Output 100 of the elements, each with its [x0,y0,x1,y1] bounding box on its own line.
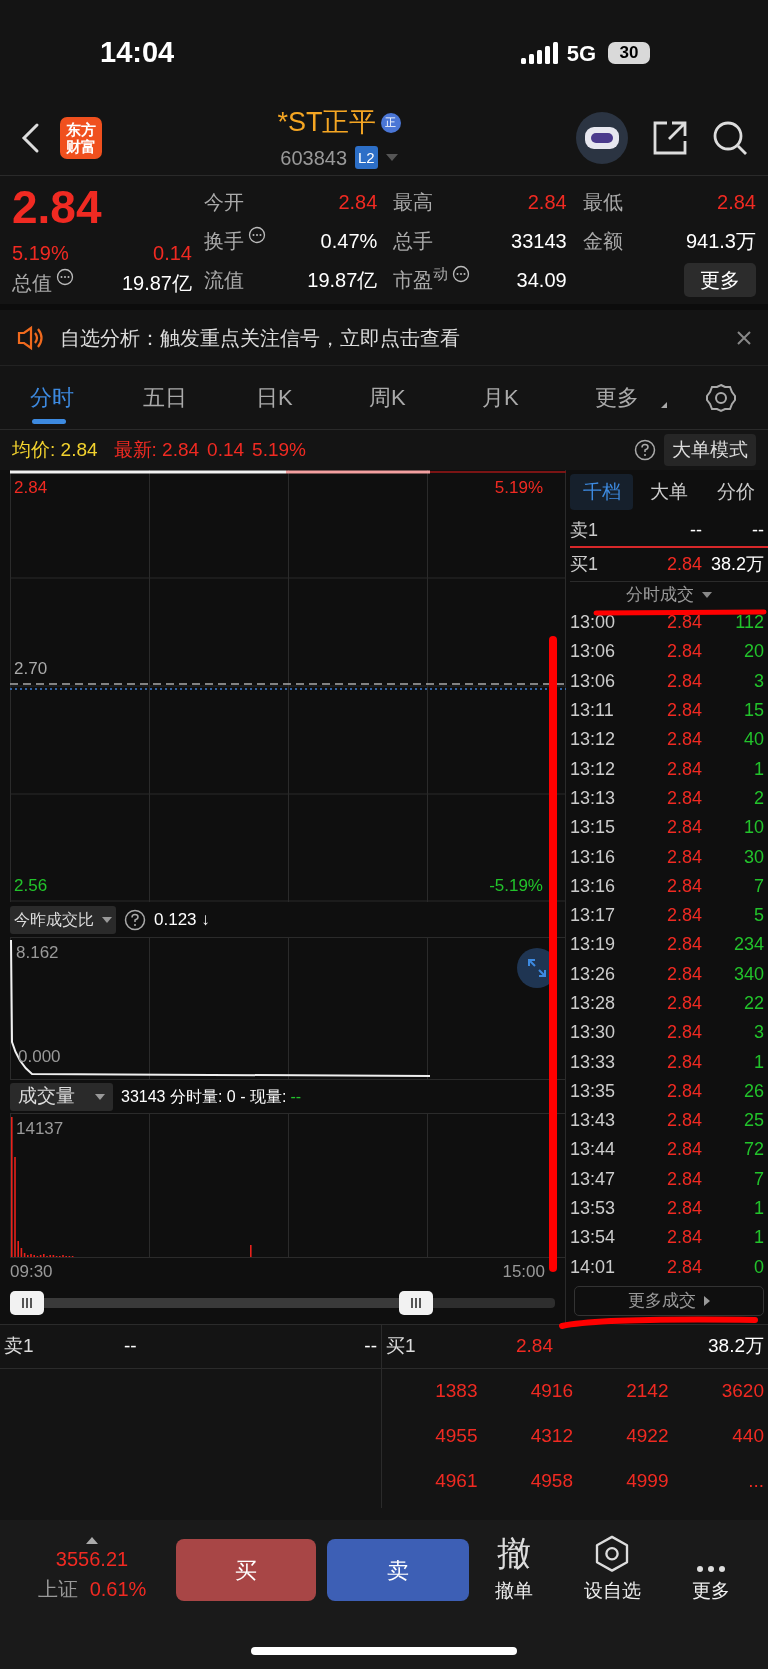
trade-price: 2.84 [665,904,702,928]
notice-text[interactable]: 自选分析：触发重点关注信号，立即点击查看 [60,322,736,353]
slider-handle[interactable] [10,1291,44,1315]
chart-tab[interactable]: 分时 [24,365,137,430]
trade-price: 2.84 [665,845,702,869]
robot-avatar[interactable] [576,111,628,164]
trade-volume: 10 [742,816,764,840]
title-badge: 正 [380,112,401,133]
bid-volume: 38.2万 [707,1334,764,1359]
latest-change: 0.14 [207,437,245,462]
axis-label: 15:00 [502,1261,545,1284]
bid-volume: 38.2万 [709,553,764,576]
battery-indicator: 30 [608,42,650,64]
volume-summary: 33143 分时量: 0 - 现量: [121,1086,287,1107]
depth-tab[interactable]: 分价 [704,474,768,510]
axis-label: 2.70 [14,658,48,680]
slider-handle[interactable] [399,1291,433,1315]
trade-volume: 3 [753,1021,764,1045]
depth-tab[interactable]: 大单 [637,474,701,510]
trade-time: 13:44 [570,1138,617,1162]
trade-time: 13:53 [570,1197,617,1221]
caret-icon[interactable] [385,153,398,162]
trade-price: 2.84 [665,1167,702,1191]
chart-tab[interactable]: 日K [250,365,363,430]
search-icon[interactable] [712,119,748,156]
change-amount: 0.14 [153,241,192,266]
toolbar-action[interactable]: 更多 [692,1535,731,1605]
network-label: 5G [566,39,596,68]
trade-price: 2.84 [665,669,702,693]
trade-volume: 3 [753,669,764,693]
trade-time: 13:35 [570,1079,617,1103]
app-logo[interactable]: 东方财富 [60,116,102,159]
trade-volume: 1 [753,1226,764,1250]
latest-price: 最新: 2.84 [113,437,200,462]
axis-label: 8.162 [16,942,59,964]
bid-label: 买1 [386,1334,417,1359]
chart-tab[interactable]: 更多 [589,365,702,430]
axis-label: 09:30 [10,1261,53,1284]
range-slider[interactable] [10,1291,555,1315]
chart-tab[interactable]: 周K [363,365,476,430]
trade-price: 2.84 [665,611,702,635]
change-percent: 5.19% [12,241,69,266]
trade-time: 14:01 [570,1255,617,1279]
trade-price: 2.84 [665,640,702,664]
stat-label: 今开 [204,189,245,215]
toolbar-action[interactable]: 设自选 [584,1535,641,1605]
average-price: 均价: 2.84 [12,437,98,462]
trade-time: 13:12 [570,728,617,752]
more-info-icon[interactable] [56,267,74,286]
chart-tab[interactable]: 五日 [137,365,250,430]
more-info-icon[interactable] [452,264,471,283]
bid-price: 2.84 [516,1334,554,1359]
indicator-dropdown[interactable]: 今昨成交比 [10,905,116,934]
trade-price: 2.84 [665,1255,702,1279]
stat-label: 市盈$^{动}$ [393,264,474,295]
more-button[interactable]: 更多 [684,262,756,297]
big-order-mode-button[interactable]: 大单模式 [664,434,756,466]
close-icon[interactable] [736,329,752,346]
queue-order: 4955 [434,1424,478,1449]
trade-time: 13:06 [570,640,617,664]
chart-tab[interactable]: 月K [476,365,589,430]
more-info-icon[interactable] [248,225,266,244]
stat-label: 最高 [393,189,435,215]
trade-price: 2.84 [665,992,702,1015]
queue-order: 2142 [625,1379,669,1404]
trade-time: 13:19 [570,933,617,957]
trade-volume: 5 [753,904,764,928]
signal-icon [520,42,559,64]
toolbar-action[interactable]: 撤 撤单 [494,1535,533,1605]
settings-icon[interactable] [706,382,736,413]
stat-value: 34.09 [515,267,567,293]
help-icon[interactable] [634,439,656,461]
more-trades-button[interactable]: 更多成交 [574,1285,764,1316]
trade-volume: 26 [742,1079,764,1103]
share-icon[interactable] [652,119,688,156]
queue-order: ... [747,1469,764,1494]
trade-time: 13:28 [570,992,617,1015]
trade-time: 13:26 [570,962,617,986]
trade-time: 13:16 [570,874,617,898]
help-icon[interactable] [124,908,146,931]
trade-volume: 7 [753,1167,764,1191]
back-icon[interactable] [20,121,40,154]
trade-price: 2.84 [665,728,702,752]
more-icon [696,1564,727,1573]
trade-volume: 40 [742,728,764,752]
trade-time: 13:17 [570,904,617,928]
buy-button[interactable]: 买 [176,1539,316,1601]
trade-volume: 20 [742,640,764,664]
index-value[interactable]: 3556.21 [55,1543,129,1574]
ask-volume: -- [751,518,764,542]
trade-time: 13:06 [570,669,617,693]
axis-label: 14137 [16,1118,64,1140]
trades-title[interactable]: 分时成交 [626,582,694,608]
indicator-dropdown[interactable]: 成交量 [10,1082,113,1111]
withdraw-glyph: 撤 [496,1532,531,1573]
trade-price: 2.84 [665,962,702,986]
depth-tab[interactable]: 千档 [570,474,634,510]
trade-volume: 72 [742,1138,764,1162]
sell-button[interactable]: 卖 [327,1539,469,1601]
trade-volume: 112 [734,611,764,635]
